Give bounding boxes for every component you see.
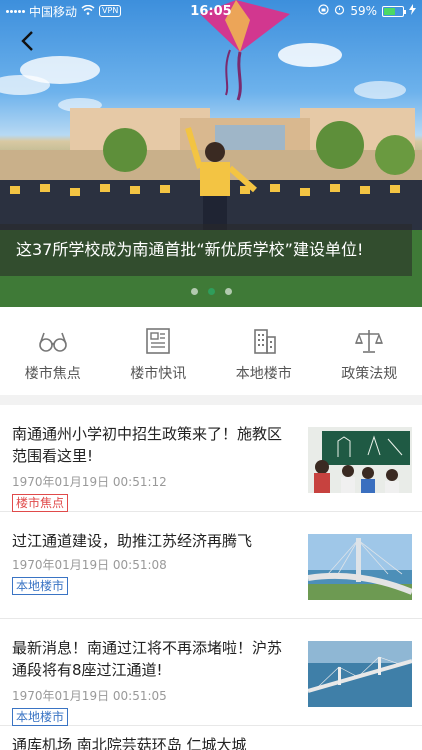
- glasses-icon: [38, 332, 67, 352]
- news-tag: 本地楼市: [12, 708, 69, 726]
- carousel-dot-active[interactable]: [207, 288, 215, 295]
- category-news-flash[interactable]: 楼市快讯: [106, 307, 212, 395]
- clock: 16:05: [190, 3, 232, 19]
- news-title: 通库机场 南北院芸菇环岛 仁城大城: [12, 736, 247, 750]
- news-thumbnail: [308, 534, 412, 600]
- news-tag: 楼市焦点: [12, 494, 69, 512]
- banner-caption[interactable]: 这37所学校成为南通首批“新优质学校”建设单位!: [0, 224, 412, 276]
- category-label: 楼市快讯: [130, 366, 187, 382]
- battery-icon: [382, 5, 406, 17]
- chevron-left-icon: [21, 31, 33, 51]
- bridge-photo: [308, 534, 412, 600]
- category-focus[interactable]: 楼市焦点: [0, 307, 106, 395]
- scales-icon: [355, 330, 384, 353]
- carousel-dot[interactable]: [190, 288, 198, 295]
- building-icon: [253, 329, 276, 354]
- carousel-indicator[interactable]: [0, 288, 422, 295]
- bridge-aerial-photo: [308, 641, 412, 707]
- news-title: 最新消息！南通过江将不再添堵啦！沪苏通段将有8座过江通道!: [12, 639, 283, 679]
- battery-fill: [384, 7, 395, 15]
- category-policy[interactable]: 政策法规: [317, 307, 422, 395]
- news-thumbnail: [308, 427, 412, 493]
- news-title: 南通通州小学初中招生政策来了！施教区范围看这里!: [12, 425, 283, 465]
- news-tag: 本地楼市: [12, 577, 69, 595]
- section-divider: [0, 395, 422, 405]
- category-nav: 楼市焦点 楼市快讯 本地楼市 政策法规: [0, 307, 422, 395]
- status-bar: 中国移动 VPN 16:05 59%: [0, 0, 422, 22]
- category-local-market[interactable]: 本地楼市: [211, 307, 317, 395]
- category-label: 楼市焦点: [24, 366, 81, 382]
- hero-banner[interactable]: 中国移动 VPN 16:05 59% 这37所学校成为南通首批“新优质学校”建设: [0, 0, 422, 307]
- news-thumbnail: [308, 641, 412, 707]
- news-item-partial[interactable]: 通库机场 南北院芸菇环岛 仁城大城: [0, 726, 422, 750]
- news-item[interactable]: 过江通道建设，助推江苏经济再腾飞 1970年01月19日 00:51:08 本地…: [0, 512, 422, 619]
- news-item[interactable]: 南通通州小学初中招生政策来了！施教区范围看这里! 1970年01月19日 00:…: [0, 405, 422, 512]
- news-item[interactable]: 最新消息！南通过江将不再添堵啦！沪苏通段将有8座过江通道! 1970年01月19…: [0, 619, 422, 726]
- category-label: 本地楼市: [235, 366, 292, 382]
- back-button[interactable]: [20, 30, 40, 54]
- news-title: 过江通道建设，助推江苏经济再腾飞: [12, 532, 253, 550]
- carousel-dot[interactable]: [224, 288, 232, 295]
- category-label: 政策法规: [341, 366, 398, 382]
- newsletter-icon: [146, 328, 171, 354]
- news-list: 南通通州小学初中招生政策来了！施教区范围看这里! 1970年01月19日 00:…: [0, 405, 422, 750]
- classroom-photo: [308, 427, 412, 493]
